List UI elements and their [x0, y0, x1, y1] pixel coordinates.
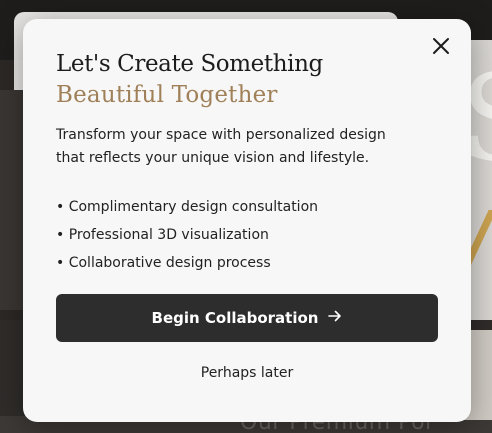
feature-item: • Collaborative design process — [56, 255, 271, 271]
feature-item: • Complimentary design consultation — [56, 199, 319, 215]
modal-title: Let's Create Something — [56, 51, 323, 77]
begin-collaboration-button[interactable]: Begin Collaboration — [56, 294, 438, 342]
close-icon — [432, 37, 450, 59]
modal-description: Transform your space with personalized d… — [56, 127, 386, 166]
collaboration-modal: Let's Create Something Beautiful Togethe… — [23, 19, 471, 422]
feature-item: • Professional 3D visualization — [56, 227, 269, 243]
perhaps-later-label: Perhaps later — [200, 365, 294, 381]
modal-subtitle: Beautiful Together — [56, 82, 278, 108]
arrow-right-icon — [328, 309, 342, 327]
begin-collaboration-label: Begin Collaboration — [151, 309, 319, 327]
close-button[interactable] — [429, 36, 453, 60]
feature-list: • Complimentary design consultation • Pr… — [56, 193, 318, 277]
perhaps-later-button[interactable]: Perhaps later — [56, 361, 438, 385]
